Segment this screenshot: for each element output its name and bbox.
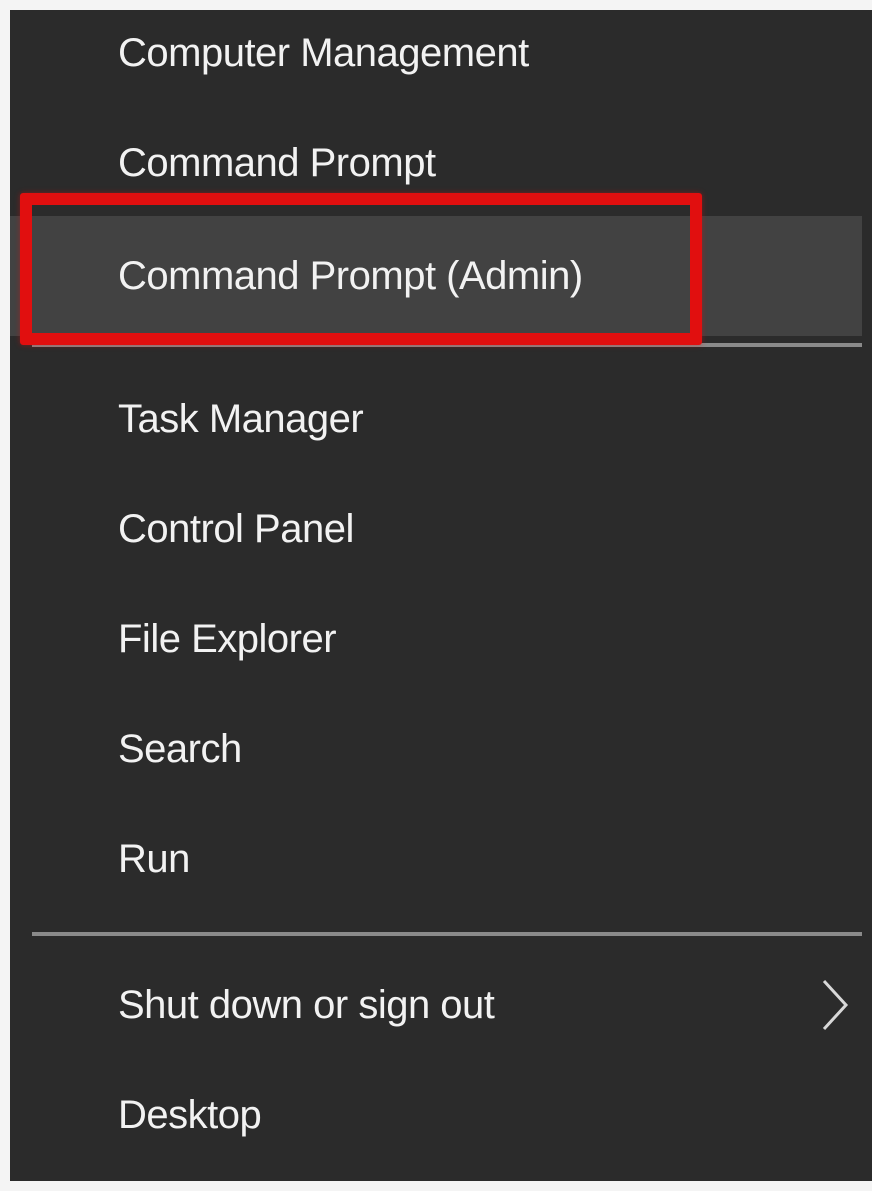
menu-item-computer-management[interactable]: Computer Management bbox=[10, 0, 862, 108]
menu-item-search[interactable]: Search bbox=[10, 694, 862, 804]
menu-separator bbox=[32, 932, 862, 936]
menu-item-label: Command Prompt (Admin) bbox=[118, 253, 583, 298]
menu-item-label: Run bbox=[118, 836, 190, 881]
menu-item-label: Search bbox=[118, 726, 242, 771]
menu-item-command-prompt-admin[interactable]: Command Prompt (Admin) bbox=[10, 216, 862, 336]
menu-item-label: Shut down or sign out bbox=[118, 982, 495, 1027]
menu-item-label: Computer Management bbox=[118, 30, 529, 75]
menu-item-shut-down-or-sign-out[interactable]: Shut down or sign out bbox=[10, 950, 862, 1060]
menu-item-label: File Explorer bbox=[118, 616, 337, 661]
menu-item-file-explorer[interactable]: File Explorer bbox=[10, 584, 862, 694]
chevron-right-icon bbox=[822, 979, 849, 1031]
menu-item-desktop[interactable]: Desktop bbox=[10, 1060, 862, 1170]
menu-item-control-panel[interactable]: Control Panel bbox=[10, 474, 862, 584]
menu-item-command-prompt[interactable]: Command Prompt bbox=[10, 108, 862, 218]
power-user-menu: Computer Management Command Prompt Comma… bbox=[10, 10, 872, 1181]
menu-item-label: Control Panel bbox=[118, 506, 354, 551]
menu-item-label: Desktop bbox=[118, 1092, 262, 1137]
menu-item-task-manager[interactable]: Task Manager bbox=[10, 364, 862, 474]
menu-item-label: Task Manager bbox=[118, 396, 364, 441]
menu-separator bbox=[32, 343, 862, 347]
menu-item-run[interactable]: Run bbox=[10, 804, 862, 914]
menu-item-label: Command Prompt bbox=[118, 140, 436, 185]
